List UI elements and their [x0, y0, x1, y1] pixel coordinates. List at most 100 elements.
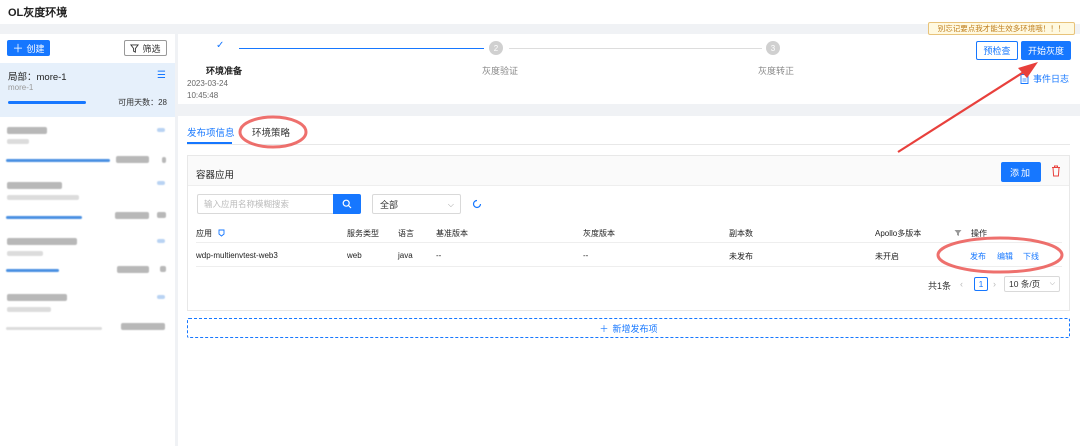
cell-apollo: 未开启: [875, 252, 899, 261]
env-card-active[interactable]: 局部：more-1 more-1 ☰ 可用天数：28: [0, 63, 175, 117]
blurred-text: [7, 182, 62, 189]
col-header-apollo: Apollo多版本: [875, 229, 922, 238]
tab-env-strategy[interactable]: 环境策略: [252, 125, 290, 139]
env-progress-bar: [6, 327, 102, 330]
event-log-link[interactable]: 事件日志: [1020, 72, 1069, 85]
create-button[interactable]: ＋ 创建: [7, 40, 50, 56]
list-icon[interactable]: [157, 128, 165, 132]
page-number-current[interactable]: 1: [974, 277, 988, 291]
col-header-language: 语言: [398, 229, 414, 238]
step-1-time: 10:45:48: [187, 91, 219, 100]
refresh-icon[interactable]: [471, 198, 483, 210]
steps-panel: ✓ 2 3 环境准备 2023-03-24 10:45:48 灰度验证 灰度转正: [178, 34, 1080, 104]
col-header-gray-version: 灰度版本: [583, 229, 615, 238]
check-icon: ✓: [216, 40, 225, 51]
env-card-blurred[interactable]: [0, 121, 175, 175]
env-days: 可用天数：28: [118, 98, 167, 107]
blurred-text: [157, 212, 166, 218]
panel-header: 容器应用 添加: [188, 156, 1069, 186]
cell-gray-version: --: [583, 251, 589, 260]
info-icon: [218, 229, 225, 237]
column-filter-icon[interactable]: [954, 229, 962, 237]
blurred-text: [7, 195, 79, 200]
step-3-label: 灰度转正: [758, 66, 795, 76]
list-icon[interactable]: [157, 181, 165, 185]
blurred-text: [7, 139, 29, 144]
offline-link[interactable]: 下线: [1023, 251, 1039, 262]
step-1-label: 环境准备: [206, 66, 243, 76]
row-divider: [196, 266, 1062, 267]
list-icon[interactable]: [157, 295, 165, 299]
env-progress-bar: [6, 269, 59, 272]
env-card-blurred[interactable]: [0, 288, 175, 342]
search-icon: [342, 199, 352, 209]
pagination-total: 共1条: [928, 281, 952, 291]
page-size-select[interactable]: 10 条/页 ⌵: [1004, 276, 1060, 292]
env-progress-bar: [8, 101, 86, 104]
env-sub: more-1: [8, 83, 34, 92]
trash-icon[interactable]: [1050, 164, 1062, 178]
env-card-blurred[interactable]: [0, 176, 175, 230]
blurred-text: [121, 323, 165, 330]
add-release-label: 新增发布项: [612, 323, 658, 334]
cell-base-version: --: [436, 251, 442, 260]
sidebar: ＋ 创建 筛选 局部：more-1 more-1 ☰ 可用天数：28: [0, 34, 175, 446]
list-icon[interactable]: [157, 239, 165, 243]
create-label: 创建: [26, 43, 45, 54]
main-content: 发布项信息 环境策略 容器应用 添加 输入应用名称模糊搜索 全部 ⌵ 应用 服务…: [178, 116, 1080, 446]
event-log-label: 事件日志: [1033, 74, 1070, 84]
plus-icon: ＋: [599, 323, 609, 334]
row-divider: [196, 242, 1062, 243]
container-app-panel: 容器应用 添加 输入应用名称模糊搜索 全部 ⌵ 应用 服务类型 语言 基准版本 …: [187, 155, 1070, 311]
env-progress-bar: [6, 159, 110, 162]
env-name: 局部：more-1: [8, 72, 67, 83]
cell-service-type: web: [347, 251, 362, 260]
document-icon: [1020, 73, 1029, 84]
step-2-indicator: 2: [489, 41, 503, 55]
blurred-text: [7, 127, 47, 134]
col-header-app: 应用: [196, 228, 225, 239]
add-button[interactable]: 添加: [1001, 162, 1041, 182]
plus-icon: ＋: [12, 43, 24, 55]
blurred-text: [117, 266, 149, 273]
col-header-base-version: 基准版本: [436, 229, 468, 238]
blurred-text: [116, 156, 149, 163]
tab-divider: [187, 144, 1070, 145]
next-page-button[interactable]: ›: [993, 279, 996, 289]
blurred-text: [160, 266, 166, 272]
prev-page-button[interactable]: ‹: [960, 279, 963, 289]
tab-release-info[interactable]: 发布项信息: [187, 125, 235, 139]
env-progress-bar: [6, 216, 82, 219]
hint-tooltip: 别忘记要点我才能生效多环境哦！！！: [928, 22, 1075, 35]
precheck-button[interactable]: 预检查: [976, 41, 1018, 60]
cell-app: wdp-multienvtest-web3: [196, 251, 278, 260]
col-header-service-type: 服务类型: [347, 229, 379, 238]
chevron-down-icon: ⌵: [1049, 280, 1055, 287]
type-filter-select[interactable]: 全部 ⌵: [372, 194, 461, 214]
col-header-actions: 操作: [971, 229, 987, 238]
add-release-button[interactable]: ＋ 新增发布项: [187, 318, 1070, 338]
step-connector: [509, 48, 762, 49]
list-icon[interactable]: ☰: [157, 70, 166, 81]
step-2-label: 灰度验证: [482, 66, 519, 76]
filter-label: 筛选: [142, 43, 161, 54]
blurred-text: [162, 157, 166, 163]
step-3-indicator: 3: [766, 41, 780, 55]
select-value: 全部: [380, 199, 399, 210]
app-search-input[interactable]: 输入应用名称模糊搜索: [197, 194, 333, 214]
cell-replicas: 未发布: [729, 252, 753, 261]
filter-icon: [130, 43, 140, 53]
cell-language: java: [398, 251, 413, 260]
publish-link[interactable]: 发布: [970, 251, 986, 262]
chevron-down-icon: ⌵: [447, 200, 454, 209]
env-card-blurred[interactable]: [0, 232, 175, 286]
blurred-text: [7, 307, 51, 312]
blurred-text: [7, 251, 43, 256]
col-header-replicas: 副本数: [729, 229, 753, 238]
search-button[interactable]: [333, 194, 361, 214]
edit-link[interactable]: 编辑: [997, 251, 1013, 262]
filter-button[interactable]: 筛选: [124, 40, 167, 56]
start-gray-button[interactable]: 开始灰度: [1021, 41, 1071, 60]
blurred-text: [7, 294, 67, 301]
panel-title: 容器应用: [196, 170, 235, 181]
